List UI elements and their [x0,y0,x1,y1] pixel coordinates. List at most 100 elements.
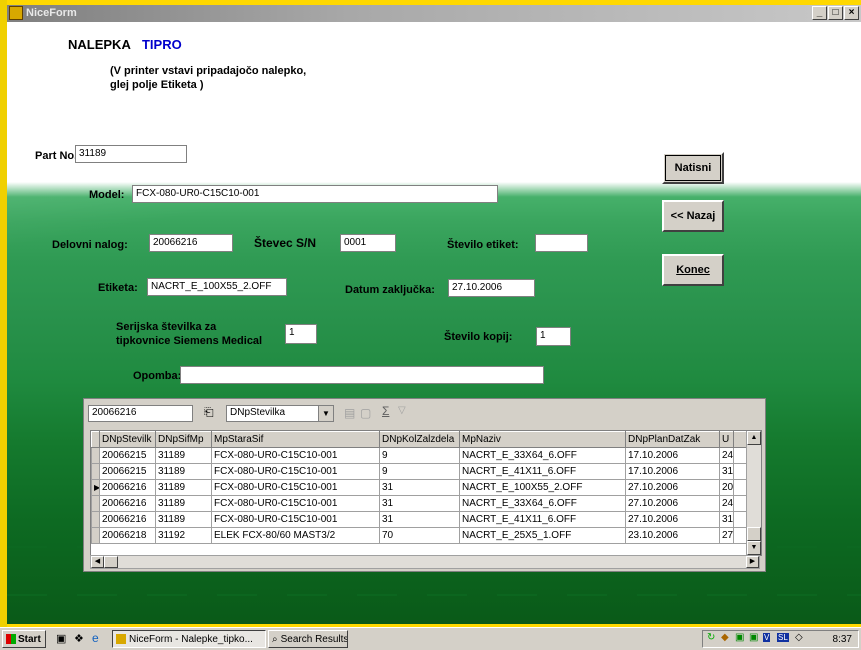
column-header[interactable]: DNpStevilk [99,431,156,448]
minimize-button[interactable]: _ [812,6,827,20]
row-selector[interactable] [91,511,100,528]
tray-v-icon[interactable]: V [763,633,771,642]
grid-search-field-select[interactable]: DNpStevilka ▼ [226,405,334,422]
filter-icon[interactable]: Σ [382,404,389,418]
serijska-field[interactable]: 1 [285,324,317,344]
table-cell[interactable]: FCX-080-UR0-C15C10-001 [211,463,380,480]
part-no-field[interactable]: 31189 [75,145,187,163]
table-cell[interactable]: 20 [719,479,734,496]
task-niceform[interactable]: NiceForm - Nalepke_tipko... [112,630,266,648]
title-bar[interactable]: NiceForm _ □ × [7,5,861,22]
hscroll-thumb[interactable] [104,556,118,568]
tray-speaker-icon[interactable]: ◇ [795,632,803,643]
table-row[interactable]: 20066215 31189 FCX-080-UR0-C15C10-001 9 NACR… [91,447,761,464]
table-cell[interactable]: 70 [379,527,460,544]
tray-language-indicator[interactable]: SL [777,633,789,642]
tray-app-icon[interactable]: ◆ [721,632,729,643]
table-cell[interactable]: 31189 [155,495,212,512]
table-cell[interactable]: 20066215 [99,463,156,480]
table-cell[interactable]: 24 [719,447,734,464]
explorer-icon[interactable]: ❖ [74,632,84,645]
data-grid[interactable]: 20066216 ⎗ DNpStevilka ▼ ▤ ▢ Σ ▽ DNpStev… [83,398,766,572]
grid-search-input[interactable]: 20066216 [88,405,193,422]
column-header[interactable]: DNpPlanDatZak [625,431,720,448]
column-header[interactable]: DNpKolZalzdela [379,431,460,448]
close-button[interactable]: × [844,6,859,20]
table-row[interactable]: 20066216 31189 FCX-080-UR0-C15C10-001 31 NAC… [91,495,761,512]
scroll-up-icon[interactable]: ▲ [747,431,761,445]
tray-display-icon[interactable]: ▣ [749,632,758,643]
scroll-left-icon[interactable]: ◀ [91,556,104,568]
stevilo-kopij-field[interactable]: 1 [536,327,571,346]
start-button[interactable]: Start [2,630,46,648]
table-cell[interactable]: ELEK FCX-80/60 MAST3/2 [211,527,380,544]
table-row[interactable]: ▶2006621631189FCX-080-UR0-C15C10-00131NA… [91,479,761,496]
maximize-button[interactable]: □ [828,6,843,20]
nazaj-button[interactable]: << Nazaj [662,200,724,232]
grid-table-viewport[interactable]: DNpStevilk DNpSifMp MpStaraSif DNpKolZalzde… [90,430,762,556]
task-search-results[interactable]: ⌕ Search Results [268,630,348,648]
scroll-down-icon[interactable]: ▼ [747,541,761,555]
find-icon[interactable]: ⎗ [204,405,214,420]
current-row-indicator-icon[interactable]: ▶ [91,479,100,496]
table-cell[interactable]: 24 [719,495,734,512]
table-cell[interactable]: 27.10.2006 [625,479,720,496]
table-cell[interactable]: 27.10.2006 [625,511,720,528]
tray-monitor-icon[interactable]: ▣ [735,632,744,643]
row-selector[interactable] [91,447,100,464]
table-cell[interactable]: 31 [379,511,460,528]
table-cell[interactable]: 20066216 [99,495,156,512]
tray-network-icon[interactable]: ↻ [707,632,715,643]
table-row[interactable]: 20066216 31189 FCX-080-UR0-C15C10-001 31 NAC… [91,511,761,528]
table-cell[interactable]: 17.10.2006 [625,447,720,464]
konec-button[interactable]: Konec [662,254,724,286]
table-row[interactable]: 20066218 31192 ELEK FCX-80/60 MAST3/2 70 NAC… [91,527,761,544]
datum-zakljucka-field[interactable]: 27.10.2006 [448,279,535,297]
table-cell[interactable]: 20066215 [99,447,156,464]
table-cell[interactable]: 31 [379,479,460,496]
table-cell[interactable]: 9 [379,447,460,464]
grid-view-icon[interactable]: ▤ [344,406,355,420]
natisni-button[interactable]: Natisni [662,152,724,184]
row-selector[interactable] [91,495,100,512]
table-cell[interactable]: 31189 [155,463,212,480]
etiketa-field[interactable]: NACRT_E_100X55_2.OFF [147,278,287,296]
table-cell[interactable]: NACRT_E_33X64_6.OFF [459,495,626,512]
table-cell[interactable]: 20066218 [99,527,156,544]
table-cell[interactable]: FCX-080-UR0-C15C10-001 [211,511,380,528]
scroll-thumb[interactable] [747,527,761,541]
table-cell[interactable]: 31192 [155,527,212,544]
table-cell[interactable]: FCX-080-UR0-C15C10-001 [211,447,380,464]
table-cell[interactable]: NACRT_E_25X5_1.OFF [459,527,626,544]
stevec-field[interactable]: 0001 [340,234,396,252]
table-cell[interactable]: 31189 [155,479,212,496]
table-cell[interactable]: NACRT_E_41X11_6.OFF [459,463,626,480]
scroll-right-icon[interactable]: ▶ [746,556,759,568]
table-cell[interactable]: 31 [719,463,734,480]
column-header[interactable]: DNpSifMp [155,431,212,448]
model-field[interactable]: FCX-080-UR0-C15C10-001 [132,185,498,203]
table-row[interactable]: 20066215 31189 FCX-080-UR0-C15C10-001 9 NACR… [91,463,761,480]
table-cell[interactable]: NACRT_E_33X64_6.OFF [459,447,626,464]
table-cell[interactable]: 20066216 [99,511,156,528]
row-selector[interactable] [91,527,100,544]
chevron-down-icon[interactable]: ▼ [318,406,333,421]
table-cell[interactable]: 23.10.2006 [625,527,720,544]
filter-clear-icon[interactable]: ▽ [398,405,406,416]
table-cell[interactable]: 31189 [155,511,212,528]
table-cell[interactable]: 17.10.2006 [625,463,720,480]
stevilo-etiket-field[interactable] [535,234,588,252]
table-cell[interactable]: 9 [379,463,460,480]
table-cell[interactable]: FCX-080-UR0-C15C10-001 [211,495,380,512]
table-cell[interactable]: 27 [719,527,734,544]
row-selector[interactable] [91,463,100,480]
table-cell[interactable]: 31 [719,511,734,528]
table-cell[interactable]: 31189 [155,447,212,464]
column-header[interactable]: U [719,431,734,448]
table-cell[interactable]: NACRT_E_41X11_6.OFF [459,511,626,528]
delovni-nalog-field[interactable]: 20066216 [149,234,233,252]
table-cell[interactable]: FCX-080-UR0-C15C10-001 [211,479,380,496]
table-cell[interactable]: 31 [379,495,460,512]
table-cell[interactable]: 27.10.2006 [625,495,720,512]
table-cell[interactable]: NACRT_E_100X55_2.OFF [459,479,626,496]
